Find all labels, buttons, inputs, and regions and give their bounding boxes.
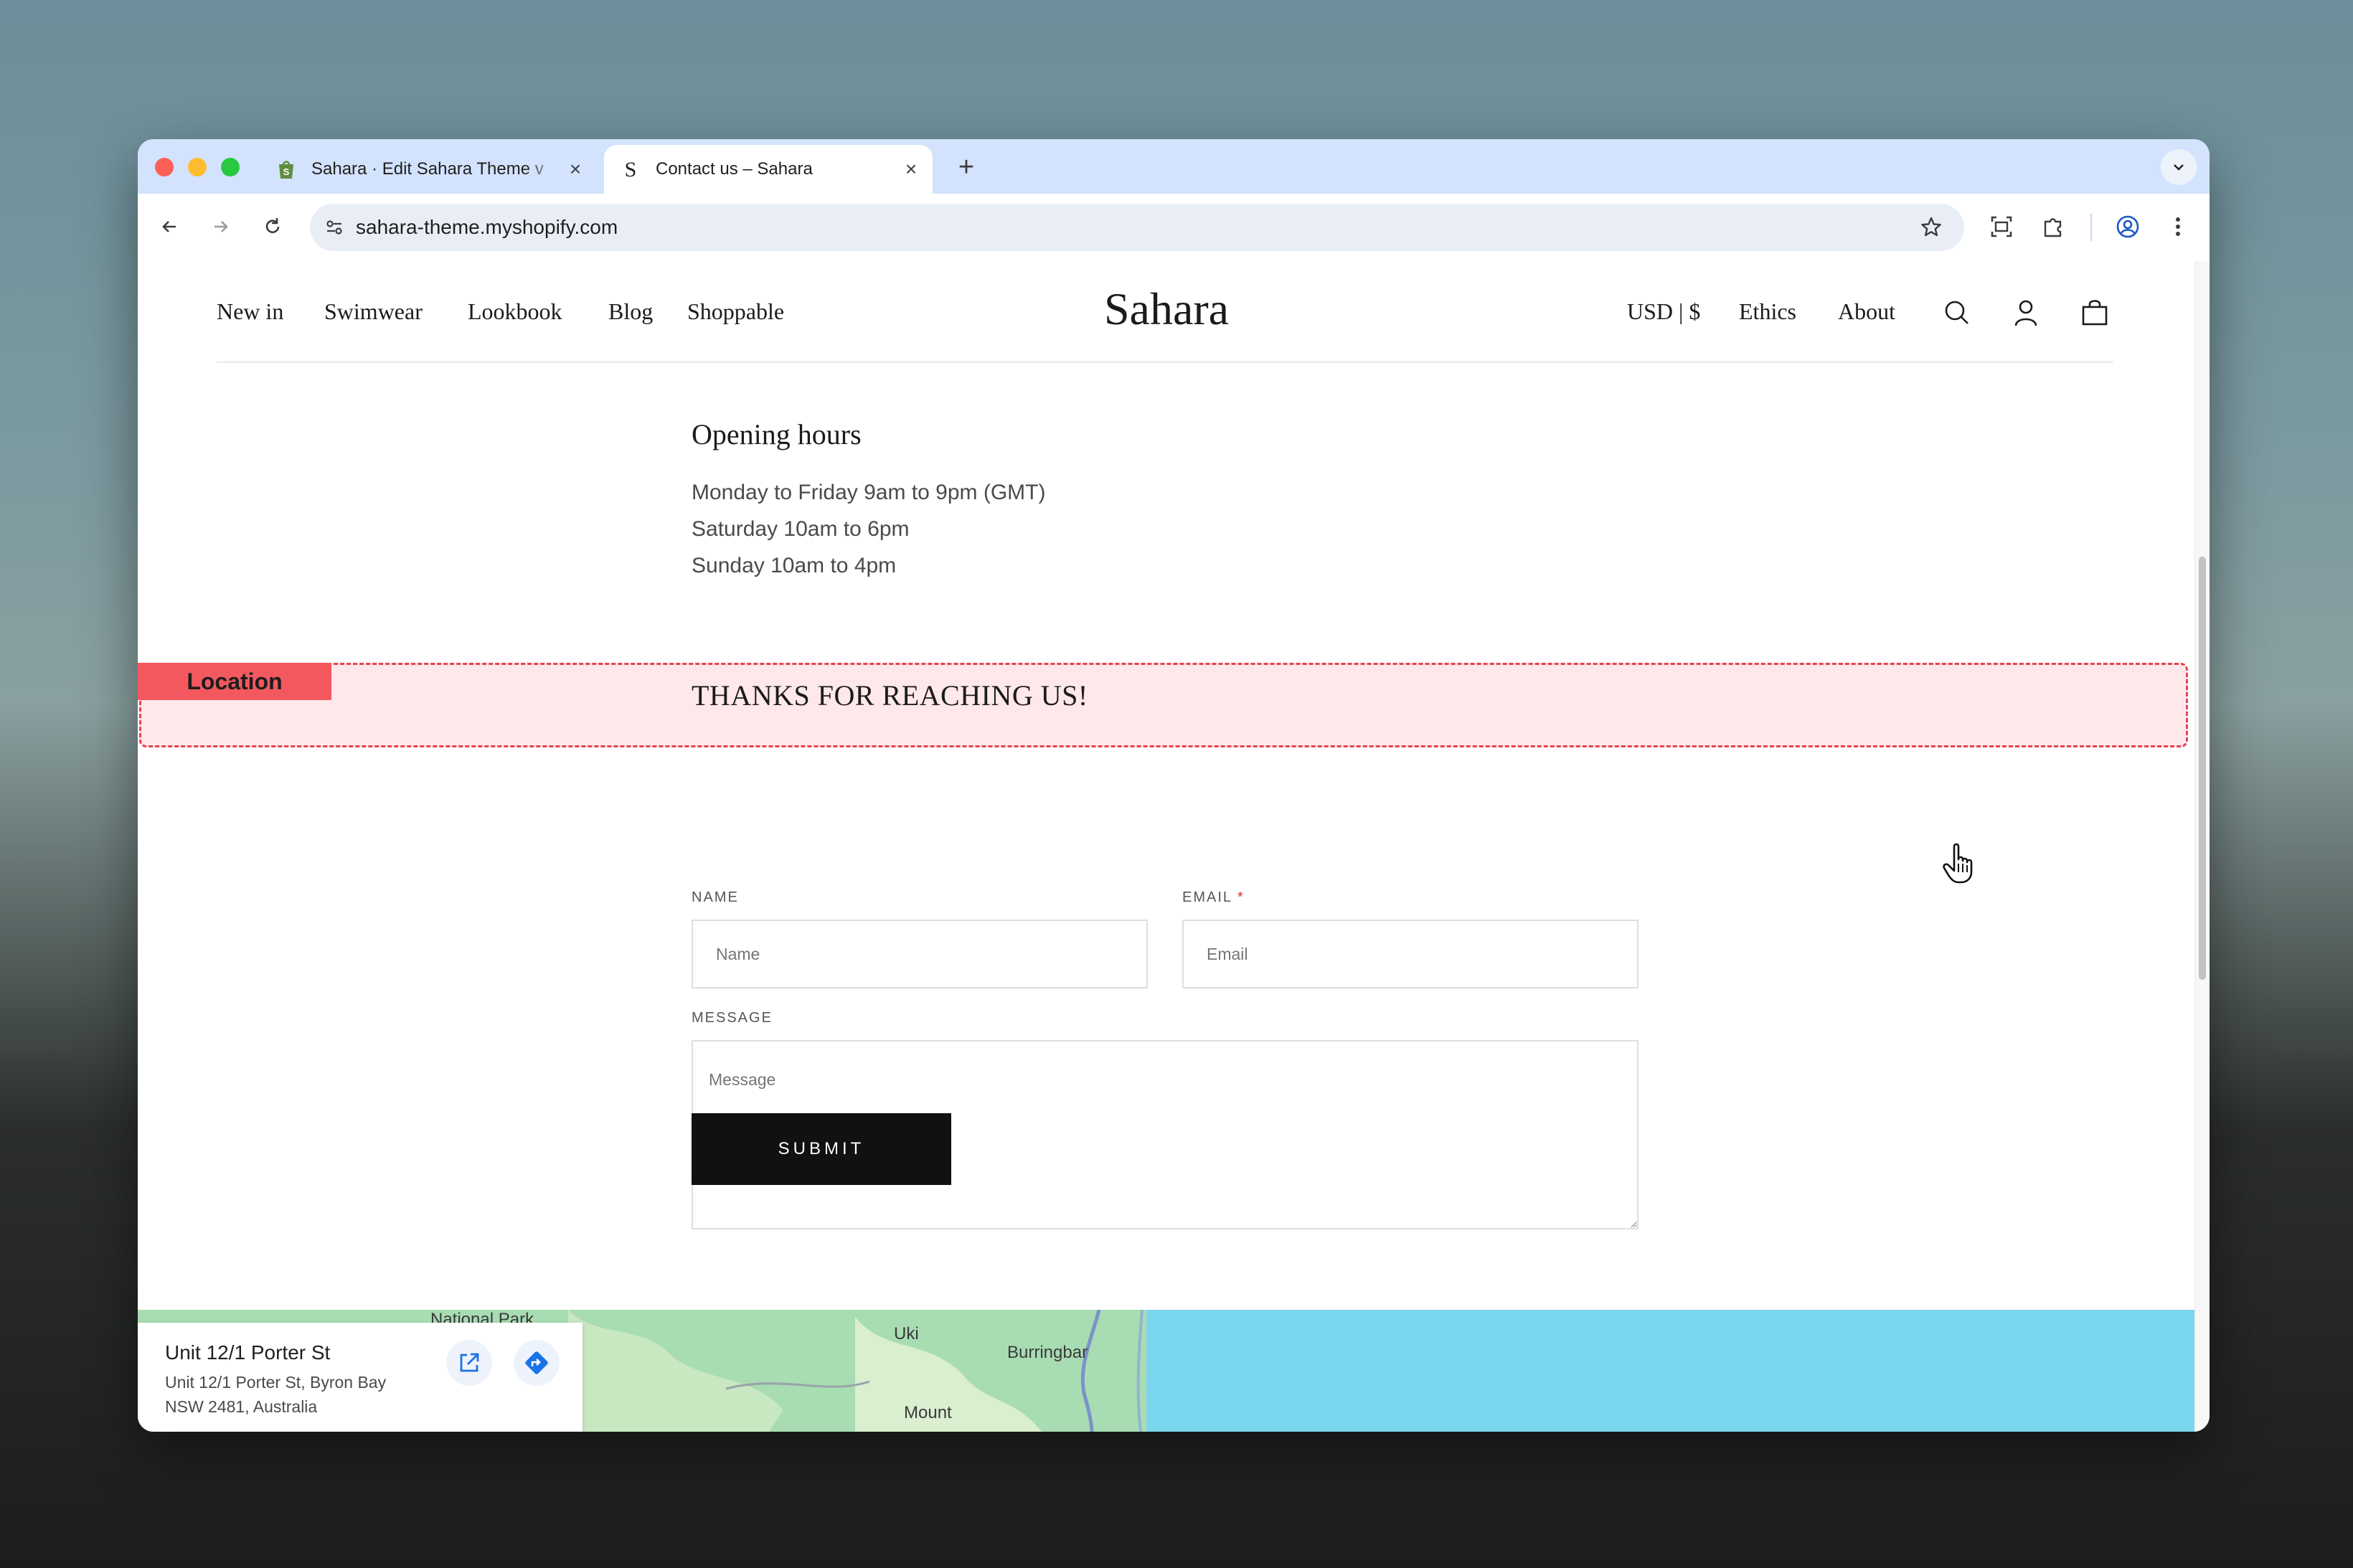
- scrollbar-thumb[interactable]: [2199, 557, 2206, 980]
- tab-search-button[interactable]: [2161, 149, 2197, 185]
- screenshot-button[interactable]: [1984, 209, 2019, 244]
- email-label-text: EMAIL: [1182, 889, 1232, 905]
- message-label: MESSAGE: [692, 1010, 773, 1026]
- profile-button[interactable]: [2111, 209, 2145, 244]
- tab-sahara-editor[interactable]: S Sahara · Edit Sahara Theme v ×: [260, 145, 597, 194]
- svg-text:S: S: [283, 166, 290, 177]
- nav-lookbook[interactable]: Lookbook: [468, 298, 562, 325]
- chevron-down-icon: [2174, 164, 2184, 171]
- open-in-maps-button[interactable]: [446, 1340, 492, 1386]
- name-field[interactable]: [692, 920, 1148, 988]
- more-vertical-icon: [2176, 217, 2180, 236]
- required-asterisk: *: [1237, 889, 1245, 905]
- directions-icon: [525, 1351, 548, 1374]
- map-label: Burringbar: [1007, 1343, 1088, 1362]
- page-scrollbar[interactable]: [2194, 261, 2210, 1432]
- nav-about[interactable]: About: [1838, 298, 1895, 325]
- header-divider: [217, 362, 2113, 363]
- hours-weekday: Monday to Friday 9am to 9pm (GMT): [692, 481, 1046, 504]
- account-icon[interactable]: [2009, 296, 2043, 330]
- arrow-left-icon: [162, 221, 176, 232]
- tab-title: Sahara · Edit Sahara Theme v: [311, 159, 544, 179]
- url-text: sahara-theme.myshopify.com: [356, 216, 618, 238]
- place-address-line2: NSW 2481, Australia: [165, 1397, 318, 1416]
- map-label: Mount: [904, 1403, 952, 1422]
- hours-sunday: Sunday 10am to 4pm: [692, 554, 897, 577]
- close-window-button[interactable]: [155, 158, 174, 176]
- maximize-window-button[interactable]: [221, 158, 240, 176]
- nav-ethics[interactable]: Ethics: [1739, 298, 1796, 325]
- submit-button[interactable]: SUBMIT: [692, 1113, 951, 1185]
- toolbar-divider: [2090, 214, 2092, 241]
- site-settings-icon[interactable]: [323, 216, 346, 239]
- tab-title: Contact us – Sahara: [656, 159, 813, 179]
- webpage: New in Swimwear Lookbook Blog Shoppable …: [138, 261, 2195, 1432]
- reload-icon: [265, 218, 280, 233]
- name-label: NAME: [692, 889, 739, 905]
- browser-window: S Sahara · Edit Sahara Theme v × S Conta…: [138, 139, 2210, 1432]
- place-title: Unit 12/1 Porter St: [165, 1341, 331, 1364]
- arrow-right-icon: [214, 221, 228, 232]
- screen-capture-icon: [1991, 216, 2012, 237]
- browser-menu-button[interactable]: [2161, 209, 2195, 244]
- contact-form-heading: THANKS FOR REACHING US!: [692, 679, 1088, 712]
- section-tag[interactable]: Location: [138, 663, 331, 700]
- tab-close-button[interactable]: ×: [561, 158, 590, 181]
- search-icon[interactable]: [1940, 296, 1974, 330]
- address-bar[interactable]: sahara-theme.myshopify.com: [310, 204, 1964, 251]
- site-logo[interactable]: Sahara: [1080, 283, 1253, 336]
- bookmark-star-icon[interactable]: [1920, 216, 1943, 239]
- place-address-line1: Unit 12/1 Porter St, Byron Bay: [165, 1373, 387, 1392]
- hand-pointer-cursor-icon: [1943, 843, 1973, 884]
- nav-new-in[interactable]: New in: [217, 298, 283, 325]
- puzzle-piece-icon: [2044, 218, 2062, 237]
- opening-hours-title: Opening hours: [692, 418, 862, 450]
- reload-button[interactable]: [255, 209, 290, 244]
- map-place-card: Unit 12/1 Porter St Unit 12/1 Porter St,…: [138, 1323, 583, 1432]
- browser-toolbar: sahara-theme.myshopify.com: [138, 194, 2210, 262]
- new-tab-button[interactable]: +: [948, 149, 984, 185]
- cart-bag-icon[interactable]: [2078, 296, 2112, 330]
- map-label: Uki: [894, 1324, 919, 1343]
- back-button[interactable]: [152, 209, 187, 244]
- nav-shoppable[interactable]: Shoppable: [687, 298, 784, 325]
- shopify-bag-icon: S: [275, 159, 297, 180]
- sahara-s-icon: S: [620, 159, 641, 180]
- account-circle-icon: [2116, 215, 2139, 238]
- directions-button[interactable]: [514, 1340, 560, 1386]
- minimize-window-button[interactable]: [188, 158, 207, 176]
- section-highlight[interactable]: [139, 663, 2188, 747]
- map-sea: [1146, 1310, 2195, 1432]
- currency-selector[interactable]: USD | $: [1627, 298, 1700, 325]
- forward-button[interactable]: [204, 209, 238, 244]
- extensions-button[interactable]: [2036, 209, 2070, 244]
- svg-text:S: S: [625, 159, 637, 180]
- nav-blog[interactable]: Blog: [608, 298, 653, 325]
- email-label: EMAIL *: [1182, 889, 1245, 906]
- email-field[interactable]: [1182, 920, 1638, 988]
- hours-saturday: Saturday 10am to 6pm: [692, 517, 910, 541]
- external-link-icon: [460, 1353, 479, 1372]
- nav-swimwear[interactable]: Swimwear: [324, 298, 423, 325]
- tab-close-button[interactable]: ×: [897, 158, 925, 181]
- tab-strip: S Sahara · Edit Sahara Theme v × S Conta…: [138, 139, 2210, 194]
- tab-contact-us[interactable]: S Contact us – Sahara ×: [604, 145, 933, 194]
